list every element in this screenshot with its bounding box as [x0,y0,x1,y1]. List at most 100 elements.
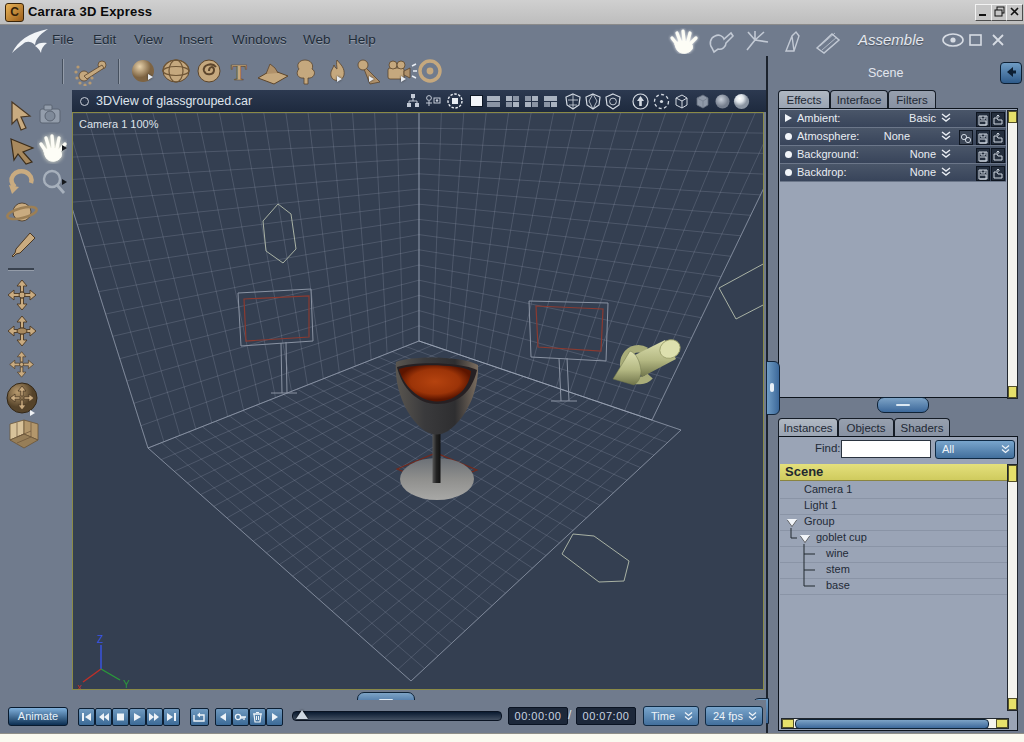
spline-pen-icon[interactable] [780,28,806,54]
pane-restore-icon[interactable] [968,33,984,48]
expand-arrow-icon[interactable] [785,114,792,122]
load-button[interactable] [991,130,1005,145]
tree-row-wine[interactable]: wine [780,546,1016,563]
tree-tool-icon[interactable] [291,58,321,86]
pane-close-icon[interactable] [990,33,1006,48]
layout-single-icon[interactable] [470,95,483,107]
drawer-handle[interactable] [766,361,780,415]
viewport-canvas[interactable]: Z x Y Camera 1 100% [72,112,764,690]
save-button[interactable] [976,166,990,181]
timeline-thumb[interactable] [296,710,308,719]
shield-c-icon[interactable] [604,93,622,110]
effect-row-backdrop[interactable]: Backdrop: None [780,164,1006,182]
swirl-tool-icon[interactable] [194,58,224,86]
menu-edit[interactable]: Edit [93,32,116,47]
workbox-tool-icon[interactable] [6,418,42,454]
time-unit-dropdown[interactable]: Time [643,706,699,726]
tree-row-base[interactable]: base [780,578,1016,595]
effect-row-background[interactable]: Background: None [780,146,1006,164]
find-input[interactable] [841,440,931,458]
production-frame-icon[interactable] [446,93,464,110]
go-end-button[interactable] [163,708,180,726]
rotate-tool-icon[interactable] [6,168,36,198]
dropdown-chevron-icon[interactable] [940,130,952,142]
tree-row-scene[interactable]: Scene [780,464,1016,481]
save-button[interactable] [976,112,990,127]
minimize-button[interactable] [975,4,992,21]
tree-row-group[interactable]: Group [780,514,1016,531]
tab-shaders[interactable]: Shaders [894,418,950,437]
shield-a-icon[interactable] [564,93,582,110]
tab-interface[interactable]: Interface [830,90,888,109]
hierarchy-icon[interactable] [406,93,420,109]
timeline-slider[interactable] [292,711,502,721]
effect-value[interactable]: Basic [840,112,936,124]
translate-c-tool-icon[interactable] [8,350,36,380]
play-button[interactable] [129,708,146,726]
matte-sphere-icon[interactable] [714,93,731,110]
eyedropper-tool-icon[interactable] [8,230,38,262]
dashed-sphere-icon[interactable] [653,93,670,110]
menu-file[interactable]: File [52,32,74,47]
camera-move-tool-icon[interactable] [38,102,68,128]
current-time-field[interactable]: 00:00:00 [508,707,568,725]
layout-l-icon[interactable] [543,93,559,109]
save-button[interactable] [976,148,990,163]
add-key-button[interactable] [232,708,249,726]
scrollbar-cap[interactable] [996,719,1008,728]
effect-value[interactable]: None [840,148,936,160]
text-tool-icon[interactable]: T [227,58,253,86]
save-button[interactable] [976,130,990,145]
tree-row-light1[interactable]: Light 1 [780,498,1016,515]
fast-forward-button[interactable] [146,708,163,726]
next-key-button[interactable] [266,708,283,726]
select-arrow-tool-icon[interactable] [8,100,36,134]
shield-b-icon[interactable] [584,93,602,110]
load-button[interactable] [991,148,1005,163]
expand-triangle-icon[interactable] [800,535,810,542]
tree-row-goblet-cup[interactable]: goblet cup [780,530,1016,547]
dropdown-chevron-icon[interactable] [940,166,952,178]
panel-back-button[interactable] [1000,62,1022,84]
layout-two-icon[interactable] [486,93,502,109]
saturn-tool-icon[interactable] [5,198,39,228]
delete-key-button[interactable] [249,708,266,726]
rewind-button[interactable] [95,708,112,726]
scrollbar-thumb[interactable] [1008,111,1017,123]
universal-move-tool-icon[interactable] [4,380,42,418]
up-arrow-sphere-icon[interactable] [632,93,649,110]
viewport-led-icon[interactable] [80,97,89,106]
scrollbar-thumb[interactable] [1008,465,1017,482]
sphere-tool-icon[interactable] [128,58,158,86]
menu-windows[interactable]: Windows [232,32,287,47]
tree-row-camera1[interactable]: Camera 1 [780,482,1016,499]
load-button[interactable] [991,112,1005,127]
tab-effects[interactable]: Effects [778,90,830,109]
translate-b-tool-icon[interactable] [6,314,38,348]
animate-button[interactable]: Animate [8,707,68,726]
translate-tool-icon[interactable] [6,278,38,312]
effect-row-atmosphere[interactable]: Atmosphere: None [780,128,1006,146]
tab-filters[interactable]: Filters [888,90,936,109]
camera-view-icon[interactable] [424,93,442,109]
shader-ball-button[interactable] [959,130,973,145]
target-tool-icon[interactable] [417,58,445,86]
scrollbar-cap[interactable] [1008,698,1017,710]
menu-insert[interactable]: Insert [179,32,213,47]
globe-tool-icon[interactable] [160,58,192,86]
load-button[interactable] [991,166,1005,181]
tree-row-stem[interactable]: stem [780,562,1016,579]
tab-instances[interactable]: Instances [778,418,838,437]
close-button[interactable] [1006,4,1023,21]
solid-box-icon[interactable] [694,93,711,110]
shiny-sphere-icon[interactable] [733,93,750,110]
scrollbar-thumb[interactable] [795,719,989,729]
dropdown-chevron-icon[interactable] [940,148,952,160]
menu-help[interactable]: Help [348,32,376,47]
expand-triangle-icon[interactable] [787,519,797,526]
fps-dropdown[interactable]: 24 fps [705,706,763,726]
menu-web[interactable]: Web [303,32,331,47]
sequencer-film-icon[interactable] [812,28,844,54]
total-time-field[interactable]: 00:07:00 [576,707,636,725]
effect-value[interactable]: None [840,166,936,178]
